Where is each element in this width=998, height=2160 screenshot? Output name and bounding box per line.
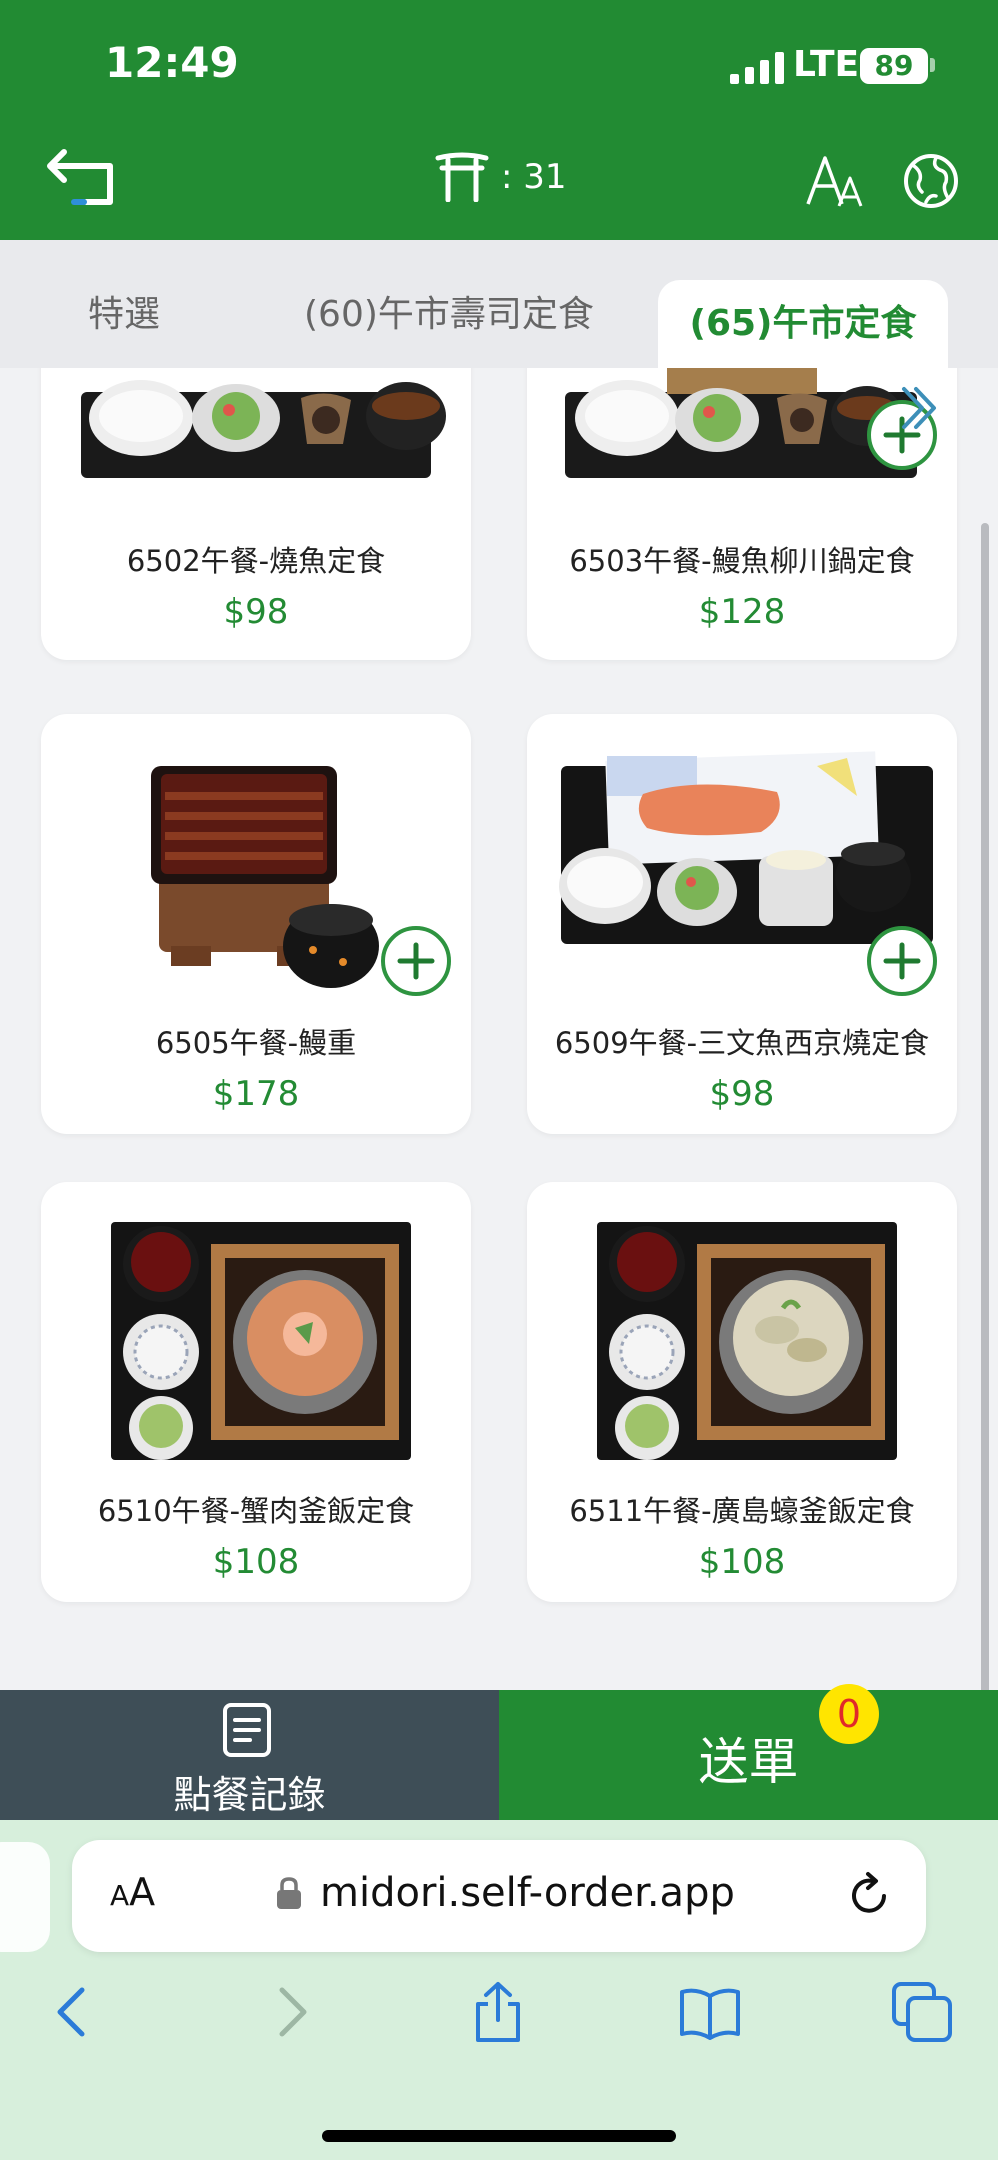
submit-order-button[interactable]: 送單 0 [499,1684,998,1820]
tab-lunch-set[interactable]: (65)午市定食 [658,280,948,368]
bookmarks-icon[interactable] [678,1980,742,2044]
table-icon [435,152,489,202]
item-name: 6505午餐-鰻重 [155,1026,357,1060]
menu-card[interactable]: 6509午餐-三文魚西京燒定食 $98 [527,714,957,1134]
tab-lunch-sushi-set[interactable]: (60)午市壽司定食 [304,280,594,350]
item-price: $128 [698,592,786,632]
item-price: $178 [212,1074,300,1114]
menu-card[interactable]: 6505午餐-鰻重 $178 [41,714,471,1134]
item-name: 6510午餐-蟹肉釜飯定食 [97,1494,415,1528]
battery-icon: 89 [860,48,928,84]
menu-card[interactable]: 6511午餐-廣島蠔釜飯定食 $108 [527,1182,957,1602]
menu-card[interactable]: 6503午餐-鰻魚柳川鍋定食 $128 [527,368,957,660]
reload-icon[interactable] [844,1870,894,1920]
item-price: $108 [698,1542,786,1582]
lock-icon [277,1877,301,1909]
food-image [81,380,446,478]
cart-count-badge: 0 [819,1684,879,1744]
reader-settings-button[interactable]: AA [110,1870,155,1914]
item-price: $98 [223,592,289,632]
app-header: 12:49 LTE 89 : 31 [0,0,998,240]
food-image [597,1222,897,1460]
item-name: 6502午餐-燒魚定食 [126,544,386,578]
language-globe-icon[interactable] [902,152,960,210]
food-image [111,1222,411,1460]
add-item-button[interactable] [867,926,937,996]
plus-icon [883,942,921,980]
tab-special[interactable]: 特選 [88,280,160,350]
submit-order-label: 送單 [698,1733,799,1791]
signal-icon [730,52,784,84]
aa-small-label: A [110,1879,130,1912]
browser-back-icon[interactable] [42,1980,106,2044]
item-price: $108 [212,1542,300,1582]
table-info: : 31 [435,152,567,202]
status-time: 12:49 [105,38,239,87]
document-icon [223,1703,271,1757]
network-type: LTE [793,44,860,85]
plus-icon [397,942,435,980]
previous-tab-preview[interactable] [0,1842,50,1952]
order-history-button[interactable]: 點餐記錄 [0,1690,499,1820]
menu-card[interactable]: 6510午餐-蟹肉釜飯定食 $108 [41,1182,471,1602]
home-indicator [322,2130,676,2142]
scrollbar[interactable] [981,523,989,1690]
font-size-icon[interactable] [805,150,865,210]
back-icon[interactable] [44,144,120,210]
menu-grid: 6502午餐-燒魚定食 $98 6503午餐-鰻魚柳川鍋定食 $128 6505… [0,368,998,1690]
item-name: 6509午餐-三文魚西京燒定食 [554,1026,930,1060]
share-icon[interactable] [466,1980,530,2044]
browser-toolbar: AA midori.self-order.app [0,1820,998,2160]
item-name: 6511午餐-廣島蠔釜飯定食 [569,1494,915,1528]
item-name: 6503午餐-鰻魚柳川鍋定食 [569,544,915,578]
address-bar[interactable]: AA midori.self-order.app [72,1840,926,1952]
chevron-right-icon[interactable] [898,383,938,433]
menu-card[interactable]: 6502午餐-燒魚定食 $98 [41,368,471,660]
category-tabs: 特選 (60)午市壽司定食 (65)午市定食 [0,240,998,368]
aa-large-label: A [129,1870,156,1914]
add-item-button[interactable] [381,926,451,996]
item-price: $98 [709,1074,775,1114]
tabs-icon[interactable] [890,1980,954,2044]
battery-tip [930,58,935,72]
browser-forward-icon[interactable] [258,1980,322,2044]
order-history-label: 點餐記錄 [173,1773,326,1817]
table-number: : 31 [501,157,567,197]
url-text: midori.self-order.app [320,1870,735,1916]
